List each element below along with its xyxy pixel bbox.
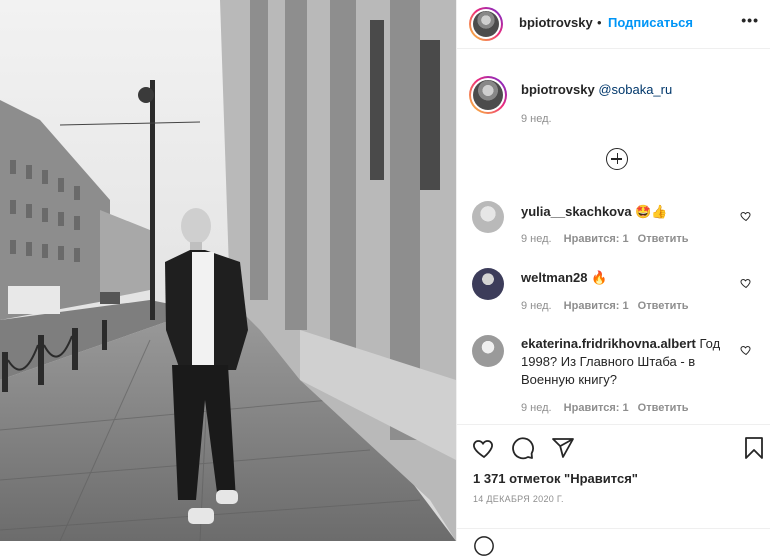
commenter-avatar[interactable]	[472, 335, 504, 367]
comment-body: weltman28 🔥	[521, 269, 731, 287]
comment-likes[interactable]: Нравится: 1	[564, 402, 629, 414]
add-comment-bar	[457, 528, 770, 556]
post-side-panel: bpiotrovsky • Подписаться ••• bpiotrovsk…	[456, 0, 770, 556]
comment-time[interactable]: 9 нед.	[521, 300, 552, 312]
heart-icon[interactable]	[740, 210, 752, 222]
comment-likes[interactable]: Нравится: 1	[564, 233, 629, 245]
comment-icon[interactable]	[511, 436, 535, 460]
comment-meta: 9 нед. Нравится: 1 Ответить	[521, 402, 689, 414]
like-heart-icon[interactable]	[471, 436, 497, 460]
caption-mention-link[interactable]: @sobaka_ru	[598, 82, 672, 97]
post-actions: 1 371 отметок "Нравится" 14 ДЕКАБРЯ 2020…	[457, 424, 770, 556]
comment-username[interactable]: yulia__skachkova	[521, 204, 632, 219]
post-date[interactable]: 14 ДЕКАБРЯ 2020 Г.	[473, 494, 564, 504]
comment-body: ekaterina.fridrikhovna.albert Год 1998? …	[521, 335, 731, 389]
commenter-avatar[interactable]	[472, 268, 504, 300]
caption-avatar[interactable]	[469, 76, 507, 114]
reply-button[interactable]: Ответить	[638, 233, 689, 245]
commenter-avatar[interactable]	[472, 201, 504, 233]
heart-icon[interactable]	[740, 344, 752, 356]
likes-count[interactable]: 1 371 отметок "Нравится"	[473, 471, 638, 486]
caption-time[interactable]: 9 нед.	[521, 113, 552, 125]
share-icon[interactable]	[551, 436, 575, 460]
post-photo[interactable]	[0, 0, 456, 541]
post-header: bpiotrovsky • Подписаться •••	[457, 0, 770, 49]
plus-circle-icon[interactable]	[606, 148, 628, 170]
comment-likes[interactable]: Нравится: 1	[564, 300, 629, 312]
more-options-icon[interactable]: •••	[741, 12, 759, 28]
caption-username[interactable]: bpiotrovsky	[521, 82, 595, 97]
comment-meta: 9 нед. Нравится: 1 Ответить	[521, 300, 689, 312]
emoji-icon[interactable]	[473, 535, 495, 557]
author-username[interactable]: bpiotrovsky	[519, 15, 593, 30]
reply-button[interactable]: Ответить	[638, 402, 689, 414]
follow-button[interactable]: Подписаться	[608, 15, 693, 30]
comment-text: 🔥	[591, 270, 608, 285]
comment-text: 🤩👍	[635, 204, 668, 219]
bookmark-icon[interactable]	[743, 436, 765, 460]
heart-icon[interactable]	[740, 277, 752, 289]
caption-text: bpiotrovsky @sobaka_ru	[521, 81, 731, 99]
comment-time[interactable]: 9 нед.	[521, 402, 552, 414]
comment-body: yulia__skachkova 🤩👍	[521, 203, 731, 221]
comment-username[interactable]: ekaterina.fridrikhovna.albert	[521, 336, 696, 351]
comment-meta: 9 нед. Нравится: 1 Ответить	[521, 233, 689, 245]
author-avatar[interactable]	[469, 7, 503, 41]
reply-button[interactable]: Ответить	[638, 300, 689, 312]
comment-time[interactable]: 9 нед.	[521, 233, 552, 245]
street-photo-image	[0, 0, 456, 541]
comment-username[interactable]: weltman28	[521, 270, 587, 285]
separator-dot: •	[597, 15, 602, 30]
